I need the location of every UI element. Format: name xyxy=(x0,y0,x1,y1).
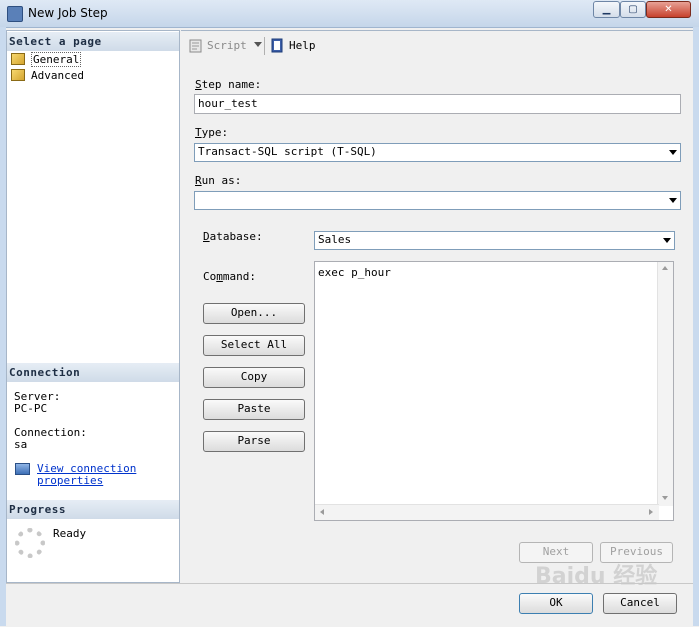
toolbar-separator xyxy=(264,37,265,55)
command-label-key: m xyxy=(216,270,223,283)
select-page-header: Select a page xyxy=(7,32,179,51)
step-name-label: Step name: xyxy=(195,79,261,91)
type-select-value: Transact-SQL script (T-SQL) xyxy=(198,145,377,158)
step-name-label-key: S xyxy=(195,78,202,91)
scroll-left-icon[interactable] xyxy=(320,509,324,515)
type-select[interactable]: Transact-SQL script (T-SQL) xyxy=(194,143,681,162)
command-horizontal-scrollbar[interactable] xyxy=(315,504,659,520)
watermark: Baidu 经验 xyxy=(535,564,658,589)
database-select[interactable]: Sales xyxy=(314,231,675,250)
connection-header: Connection xyxy=(7,363,179,382)
help-icon xyxy=(270,38,285,53)
database-select-value: Sales xyxy=(318,233,352,246)
chevron-down-icon xyxy=(663,238,671,243)
view-connection-properties-link[interactable]: View connection properties xyxy=(37,463,136,487)
script-icon xyxy=(188,38,204,54)
page-item-advanced[interactable]: Advanced xyxy=(9,68,84,83)
connection-properties-icon xyxy=(15,463,30,475)
ok-button[interactable]: OK xyxy=(519,593,593,614)
page-icon xyxy=(11,69,25,81)
database-label-key: D xyxy=(203,230,210,243)
step-name-label-rest: tep name: xyxy=(201,78,262,91)
paste-button[interactable]: Paste xyxy=(203,399,305,420)
script-button[interactable]: Script xyxy=(207,40,247,52)
database-label: Database: xyxy=(203,231,263,243)
command-label-pre: Co xyxy=(203,270,217,283)
window-title: New Job Step xyxy=(28,6,108,20)
help-button[interactable]: Help xyxy=(289,40,316,52)
command-textarea[interactable]: exec p_hour xyxy=(314,261,674,521)
run-as-label-key: R xyxy=(195,174,202,187)
copy-button[interactable]: Copy xyxy=(203,367,305,388)
parse-button[interactable]: Parse xyxy=(203,431,305,452)
script-dropdown-icon[interactable] xyxy=(254,42,262,47)
step-name-field[interactable]: hour_test xyxy=(194,94,681,114)
database-label-rest: atabase: xyxy=(209,230,263,243)
run-as-select[interactable] xyxy=(194,191,681,210)
type-label: Type: xyxy=(195,127,228,139)
progress-header: Progress xyxy=(7,500,179,519)
open-button[interactable]: Open... xyxy=(203,303,305,324)
command-vertical-scrollbar[interactable] xyxy=(657,262,673,506)
scroll-down-icon[interactable] xyxy=(662,496,668,500)
connection-value: sa xyxy=(14,438,28,451)
run-as-label: Run as: xyxy=(195,175,241,187)
progress-spinner-icon xyxy=(15,528,45,558)
close-button[interactable]: ✕ xyxy=(646,1,691,18)
command-label: Command: xyxy=(203,271,256,283)
minimize-button[interactable]: ▁ xyxy=(593,1,620,18)
select-all-button[interactable]: Select All xyxy=(203,335,305,356)
command-label-rest: mand: xyxy=(222,270,256,283)
left-panel: Select a page General Advanced Connectio… xyxy=(6,30,180,583)
type-label-rest: ype: xyxy=(201,126,229,139)
progress-status: Ready xyxy=(53,527,87,540)
chevron-down-icon xyxy=(669,198,677,203)
page-item-general[interactable]: General xyxy=(9,52,82,67)
page-icon xyxy=(11,53,25,65)
window-frame-right xyxy=(693,27,699,626)
type-label-key: T xyxy=(195,126,202,139)
app-icon xyxy=(7,6,23,22)
scroll-up-icon[interactable] xyxy=(662,266,668,270)
server-value: PC-PC xyxy=(14,402,48,415)
command-text: exec p_hour xyxy=(318,266,391,279)
view-link-line2: properties xyxy=(37,474,104,487)
title-bar: New Job Step ▁ ▢ ✕ xyxy=(0,0,699,28)
run-as-label-rest: un as: xyxy=(201,174,242,187)
page-item-general-label: General xyxy=(31,52,82,67)
chevron-down-icon xyxy=(669,150,677,155)
scroll-right-icon[interactable] xyxy=(649,509,653,515)
maximize-button[interactable]: ▢ xyxy=(620,1,646,18)
page-item-advanced-label: Advanced xyxy=(31,69,84,82)
cancel-button[interactable]: Cancel xyxy=(603,593,677,614)
